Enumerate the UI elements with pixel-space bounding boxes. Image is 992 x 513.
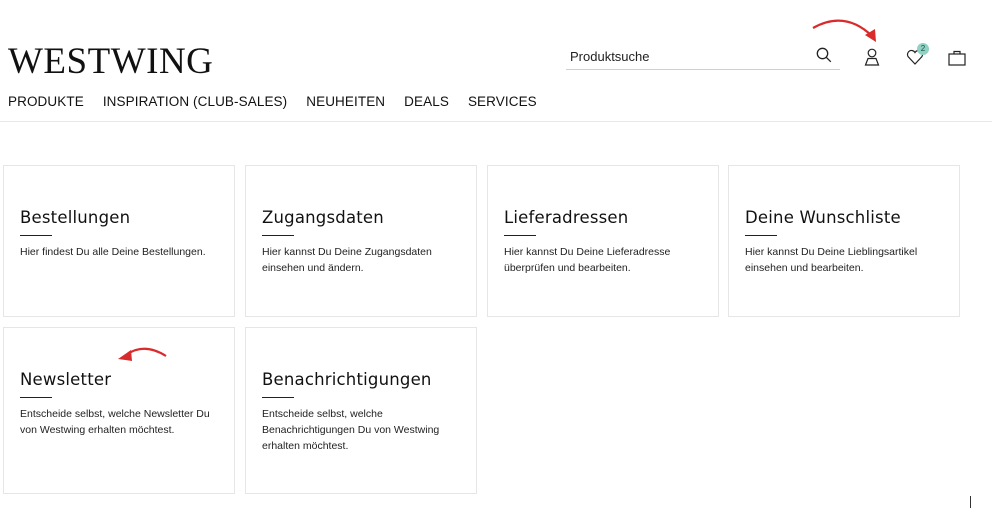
card-description: Entscheide selbst, welche Newsletter Du … (20, 408, 210, 436)
card-divider (745, 235, 777, 236)
card-description: Hier findest Du alle Deine Bestellungen. (20, 246, 206, 258)
nav-item-neuheiten[interactable]: NEUHEITEN (306, 94, 385, 109)
card-title: Newsletter (20, 370, 112, 389)
card-description: Hier kannst Du Deine Lieblingsartikel ei… (745, 246, 918, 274)
search-input[interactable] (566, 44, 806, 68)
annotation-arrow-icon (812, 19, 876, 42)
card-bestellungen[interactable]: Bestellungen Hier findest Du alle Deine … (3, 165, 235, 317)
card-divider (20, 235, 52, 236)
card-title: Deine Wunschliste (745, 208, 901, 227)
nav-item-services[interactable]: SERVICES (468, 94, 537, 109)
wishlist-count-badge: 2 (917, 43, 929, 55)
card-benachrichtigungen[interactable]: Benachrichtigungen Entscheide selbst, we… (245, 327, 477, 494)
card-zugangsdaten[interactable]: Zugangsdaten Hier kannst Du Deine Zugang… (245, 165, 477, 317)
card-divider (504, 235, 536, 236)
search-bar (566, 44, 840, 70)
heart-icon[interactable]: 2 (906, 43, 929, 71)
user-icon[interactable] (864, 48, 880, 71)
shopping-bag-icon[interactable] (948, 50, 966, 71)
card-divider (262, 397, 294, 398)
card-description: Hier kannst Du Deine Lieferadresse überp… (504, 246, 671, 274)
card-divider (262, 235, 294, 236)
text-cursor (970, 496, 971, 508)
card-description: Hier kannst Du Deine Zugangsdaten einseh… (262, 246, 432, 274)
nav-item-deals[interactable]: DEALS (404, 94, 449, 109)
annotation-arrow-icon (118, 347, 167, 361)
site-header: WESTWING PRODUKTE INSPIRATION (CLUB-SALE… (0, 0, 992, 122)
westwing-logo[interactable]: WESTWING (8, 40, 213, 83)
nav-item-produkte[interactable]: PRODUKTE (8, 94, 84, 109)
card-description: Entscheide selbst, welche Benachrichtigu… (262, 408, 440, 452)
search-icon[interactable] (816, 47, 832, 68)
card-lieferadressen[interactable]: Lieferadressen Hier kannst Du Deine Lief… (487, 165, 719, 317)
card-title: Zugangsdaten (262, 208, 384, 227)
card-title: Benachrichtigungen (262, 370, 432, 389)
card-divider (20, 397, 52, 398)
nav-item-inspiration[interactable]: INSPIRATION (CLUB-SALES) (103, 94, 287, 109)
card-title: Lieferadressen (504, 208, 629, 227)
main-nav: PRODUKTE INSPIRATION (CLUB-SALES) NEUHEI… (8, 94, 537, 109)
card-wunschliste[interactable]: Deine Wunschliste Hier kannst Du Deine L… (728, 165, 960, 317)
card-title: Bestellungen (20, 208, 131, 227)
